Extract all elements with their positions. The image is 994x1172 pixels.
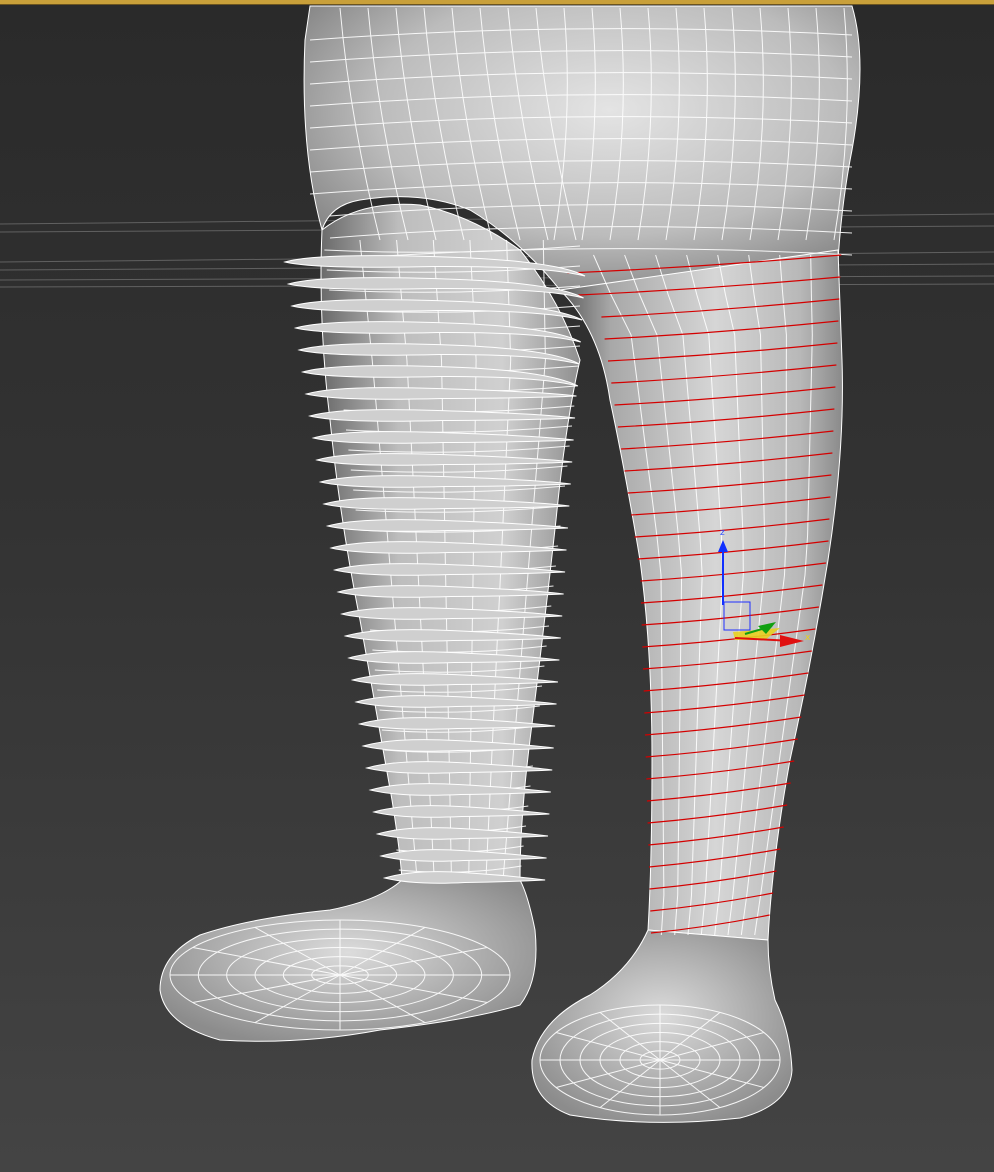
spline-fin[interactable] — [375, 827, 549, 840]
gizmo-z-label: z — [720, 528, 725, 538]
right-foot-mesh[interactable] — [531, 929, 793, 1123]
left-foot-mesh[interactable] — [159, 879, 537, 1042]
gizmo-x-label: x — [805, 633, 811, 643]
spline-fin[interactable] — [382, 871, 546, 884]
spline-fin[interactable] — [379, 849, 547, 862]
perspective-viewport[interactable]: z x — [0, 0, 994, 1172]
viewport-scene[interactable]: z x — [0, 0, 994, 1172]
